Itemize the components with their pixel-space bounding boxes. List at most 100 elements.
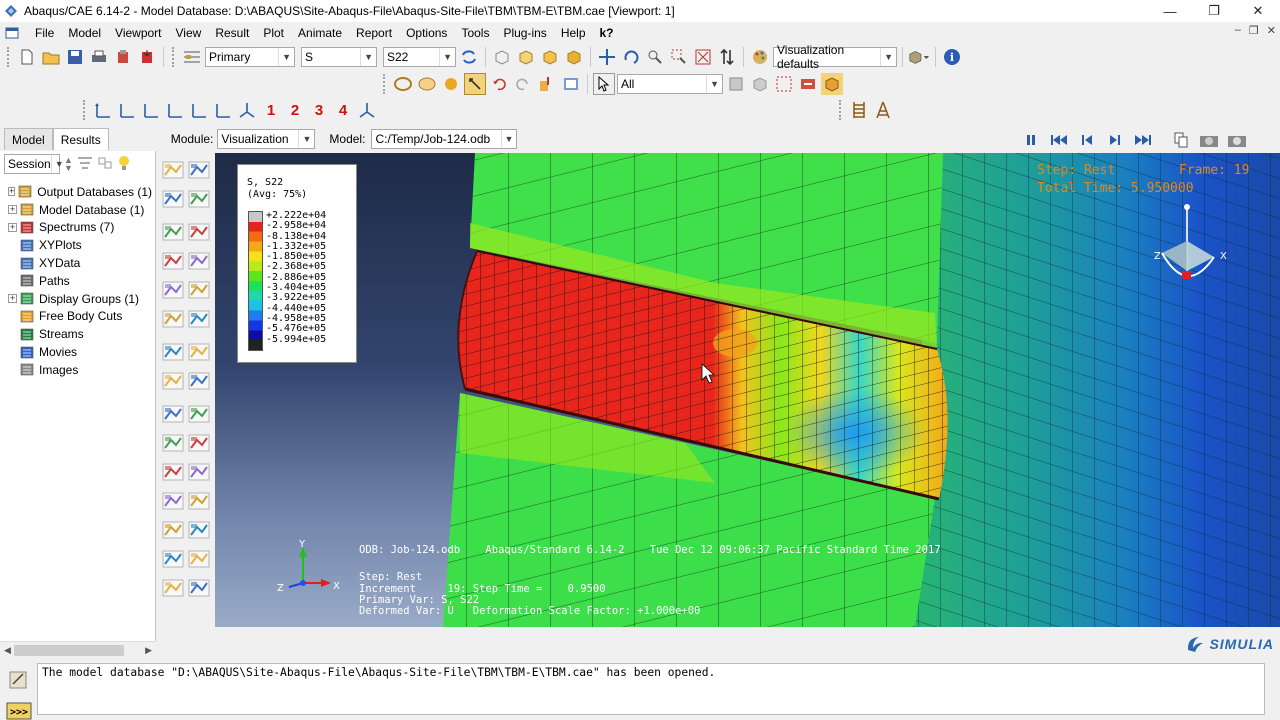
menu-help[interactable]: Help <box>554 22 593 44</box>
zoom-icon[interactable] <box>644 46 666 68</box>
replace-icon[interactable] <box>749 73 771 95</box>
contour-plot-icon[interactable] <box>161 188 185 210</box>
material-orientation-icon[interactable] <box>161 221 185 243</box>
deformed-shape-icon[interactable] <box>161 159 185 181</box>
view-z-down-icon[interactable] <box>212 99 234 121</box>
symbol-range-icon[interactable] <box>187 279 211 301</box>
view-triad-icon[interactable] <box>356 99 378 121</box>
camera-icon[interactable] <box>1198 129 1220 151</box>
step-mode-select[interactable]: Primary ▼ <box>205 47 295 67</box>
contour-options-icon[interactable] <box>161 250 185 272</box>
animate-options-icon[interactable] <box>187 370 211 392</box>
tree-item[interactable]: XYData <box>0 254 150 272</box>
expand-icon[interactable]: + <box>8 294 17 304</box>
previous-frame-icon[interactable] <box>1076 129 1098 151</box>
tree-item[interactable]: Free Body Cuts <box>0 308 150 326</box>
front-view-icon[interactable] <box>515 46 537 68</box>
menu-file[interactable]: File <box>28 22 61 44</box>
path-create-icon[interactable] <box>161 461 185 483</box>
tab-model[interactable]: Model <box>4 128 53 150</box>
report-xy-icon[interactable] <box>187 432 211 454</box>
tree-item[interactable]: + Model Database (1) <box>0 201 150 219</box>
display-group-manager-icon[interactable] <box>187 519 211 541</box>
menu-options[interactable]: Options <box>399 22 454 44</box>
display-group-off-icon[interactable] <box>725 73 747 95</box>
symbol-plot-icon[interactable] <box>187 188 211 210</box>
tree-item[interactable]: Images <box>0 361 150 379</box>
overlay-manager-icon[interactable] <box>187 548 211 570</box>
component-select[interactable]: S22 ▼ <box>383 47 456 67</box>
contour-range-icon[interactable] <box>187 250 211 272</box>
animate-time-icon[interactable] <box>187 341 211 363</box>
tree-item[interactable]: Movies <box>0 343 150 361</box>
color-code-icon[interactable] <box>560 73 582 95</box>
system-menu-icon[interactable] <box>4 25 20 41</box>
free-body-manager-icon[interactable] <box>187 490 211 512</box>
info-icon[interactable]: i <box>941 46 963 68</box>
save-icon[interactable] <box>64 46 86 68</box>
cycle-views-icon[interactable] <box>716 46 738 68</box>
saved-view-2-button[interactable]: 2 <box>284 102 306 119</box>
box-select-icon[interactable] <box>773 73 795 95</box>
step-frame-icon[interactable] <box>181 46 203 68</box>
palette-icon[interactable] <box>749 46 771 68</box>
selection-filter-select[interactable]: All ▼ <box>617 74 723 94</box>
refresh-icon[interactable] <box>458 46 480 68</box>
hidden-line-icon[interactable] <box>416 73 438 95</box>
fit-view-icon[interactable] <box>692 46 714 68</box>
render-style-icon[interactable] <box>908 46 930 68</box>
remove-select-icon[interactable] <box>797 73 819 95</box>
tree-item[interactable]: + Output Databases (1) <box>0 183 152 201</box>
tower-icon[interactable] <box>872 99 894 121</box>
side-view-icon[interactable] <box>563 46 585 68</box>
print-icon[interactable] <box>88 46 110 68</box>
viewport-tile-icon[interactable] <box>1170 129 1192 151</box>
message-area-icon[interactable] <box>8 670 28 693</box>
overlay-plot-icon[interactable] <box>161 548 185 570</box>
tree-item[interactable]: Paths <box>0 272 150 290</box>
pan-icon[interactable] <box>596 46 618 68</box>
camera-movie-icon[interactable] <box>1226 129 1248 151</box>
view-y-up-icon[interactable] <box>140 99 162 121</box>
free-body-icon[interactable] <box>161 490 185 512</box>
menu-viewport[interactable]: Viewport <box>108 22 168 44</box>
horizontal-scrollbar[interactable]: ◀ ▶ <box>0 641 156 658</box>
rotate-icon[interactable] <box>620 46 642 68</box>
expand-icon[interactable]: + <box>8 205 17 215</box>
undeformed-shape-icon[interactable] <box>187 159 211 181</box>
save-odb-icon[interactable] <box>112 46 134 68</box>
pause-icon[interactable] <box>1020 129 1042 151</box>
view-x-up-icon[interactable] <box>92 99 114 121</box>
view-y-down-icon[interactable] <box>164 99 186 121</box>
animate-scale-icon[interactable] <box>161 341 185 363</box>
redo-icon[interactable] <box>512 73 534 95</box>
scrollbar-thumb[interactable] <box>14 645 124 656</box>
tree-item[interactable]: Streams <box>0 325 150 343</box>
last-frame-icon[interactable] <box>1132 129 1154 151</box>
visualization-defaults-select[interactable]: Visualization defaults ▼ <box>773 43 897 71</box>
report-field-icon[interactable] <box>161 432 185 454</box>
stream-manager-icon[interactable] <box>187 577 211 599</box>
wireframe-icon[interactable] <box>392 73 414 95</box>
stream-create-icon[interactable] <box>161 577 185 599</box>
highlight-icon[interactable] <box>821 73 843 95</box>
context-help-button[interactable]: k? <box>593 22 621 44</box>
expand-icon[interactable]: + <box>8 222 17 232</box>
animate-harmonic-icon[interactable] <box>161 370 185 392</box>
undo-icon[interactable] <box>488 73 510 95</box>
scroll-right-icon[interactable]: ▶ <box>145 645 152 656</box>
xy-plot-icon[interactable] <box>187 461 211 483</box>
display-group-create-icon[interactable] <box>161 519 185 541</box>
shaded-icon[interactable] <box>440 73 462 95</box>
tab-results[interactable]: Results <box>52 128 109 150</box>
viewport-canvas[interactable]: S, S22 (Avg: 75%) +2.222e+04 -2.958e+04 -8… <box>215 153 1280 627</box>
view-iso-icon[interactable] <box>236 99 258 121</box>
saved-view-1-button[interactable]: 1 <box>260 102 282 119</box>
iso-view-icon[interactable] <box>491 46 513 68</box>
menu-view[interactable]: View <box>169 22 209 44</box>
view-cut-manager-icon[interactable] <box>187 403 211 425</box>
filter-tree-icon[interactable] <box>77 156 93 173</box>
ply-options-icon[interactable] <box>187 308 211 330</box>
menu-result[interactable]: Result <box>208 22 256 44</box>
model-select[interactable]: C:/Temp/Job-124.odb ▼ <box>371 129 518 149</box>
